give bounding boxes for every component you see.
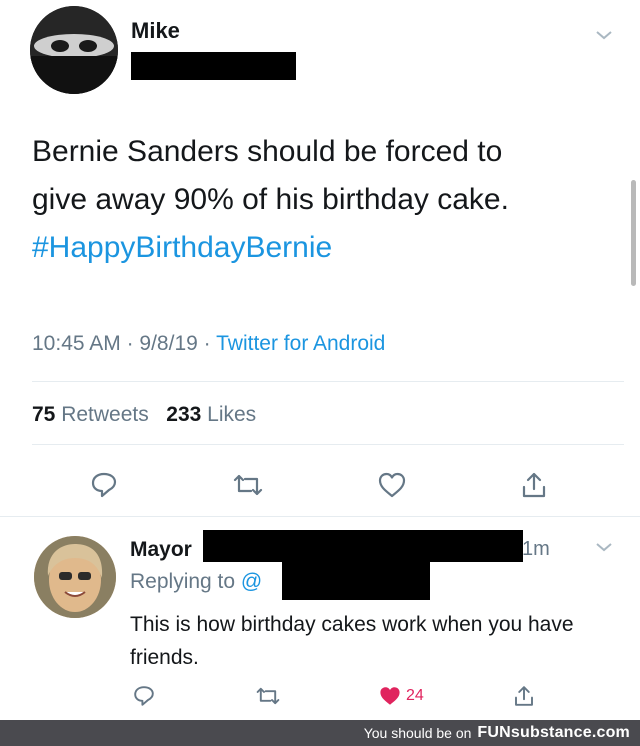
reply-author-name[interactable]: Mayor — [130, 538, 192, 562]
retweets-stat[interactable]: 75 Retweets — [32, 403, 149, 426]
reply-like-count: 24 — [406, 687, 424, 704]
retweets-label: Retweets — [61, 403, 149, 426]
redacted-reply-handle — [203, 530, 523, 562]
replying-handle-link[interactable]: @ — [241, 570, 262, 593]
reply-share-button[interactable] — [504, 676, 544, 716]
retweet-button[interactable] — [228, 465, 268, 505]
reply-author-avatar[interactable] — [34, 536, 116, 618]
author-name[interactable]: Mike — [131, 18, 180, 44]
share-icon — [522, 472, 546, 498]
tweet-text-line: give away 90% of his birthday cake. — [32, 183, 509, 216]
tweet-detail-view: Mike Bernie Sanders should be forced to … — [0, 0, 640, 746]
reply-text: This is how birthday cakes work when you… — [130, 613, 574, 669]
tweet-text-line: Bernie Sanders should be forced to — [32, 135, 503, 168]
scrollbar[interactable] — [631, 180, 636, 286]
replying-label: Replying to — [130, 570, 236, 593]
reply-retweet-button[interactable] — [248, 676, 288, 716]
reply-reply-button[interactable] — [124, 676, 164, 716]
reply-time: 1m — [522, 538, 550, 560]
divider — [32, 444, 624, 445]
replying-to: Replying to @ — [130, 570, 262, 594]
redacted-replying-handle — [282, 562, 430, 600]
share-button[interactable] — [514, 465, 554, 505]
likes-count: 233 — [166, 403, 202, 426]
hashtag-link[interactable]: #HappyBirthdayBernie — [32, 224, 612, 272]
author-avatar[interactable] — [30, 6, 118, 94]
retweets-count: 75 — [32, 403, 56, 426]
heart-icon — [378, 472, 406, 498]
redacted-handle — [131, 52, 296, 80]
reply-icon — [91, 472, 117, 498]
likes-stat[interactable]: 233 Likes — [166, 403, 256, 426]
meta-separator: · — [126, 332, 134, 355]
reply-icon — [134, 686, 154, 706]
tweet-meta: 10:45 AM · 9/8/19 · Twitter for Android — [32, 332, 385, 356]
reply-like-button[interactable]: 24 — [378, 676, 448, 716]
divider — [0, 516, 640, 517]
chevron-down-icon[interactable] — [595, 28, 613, 40]
tweet-date: 9/8/19 — [139, 332, 198, 355]
tweet-stats: 75 Retweets 233 Likes — [32, 403, 256, 427]
like-button[interactable] — [372, 465, 412, 505]
tweet-time: 10:45 AM — [32, 332, 121, 355]
likes-label: Likes — [207, 403, 257, 426]
divider — [32, 381, 624, 382]
retweet-icon — [233, 474, 263, 496]
tweet-text: Bernie Sanders should be forced to give … — [32, 128, 612, 272]
tweet-source-link[interactable]: Twitter for Android — [216, 332, 385, 355]
watermark-brand: FUNsubstance.com — [477, 724, 630, 741]
heart-icon — [380, 687, 400, 705]
share-icon — [515, 686, 533, 706]
reply-button[interactable] — [84, 465, 124, 505]
watermark-bar: You should be on FUNsubstance.com — [0, 720, 640, 746]
chevron-down-icon[interactable] — [595, 540, 613, 552]
meta-separator: · — [203, 332, 211, 355]
watermark-prefix: You should be on — [363, 725, 472, 741]
retweet-icon — [256, 687, 280, 705]
